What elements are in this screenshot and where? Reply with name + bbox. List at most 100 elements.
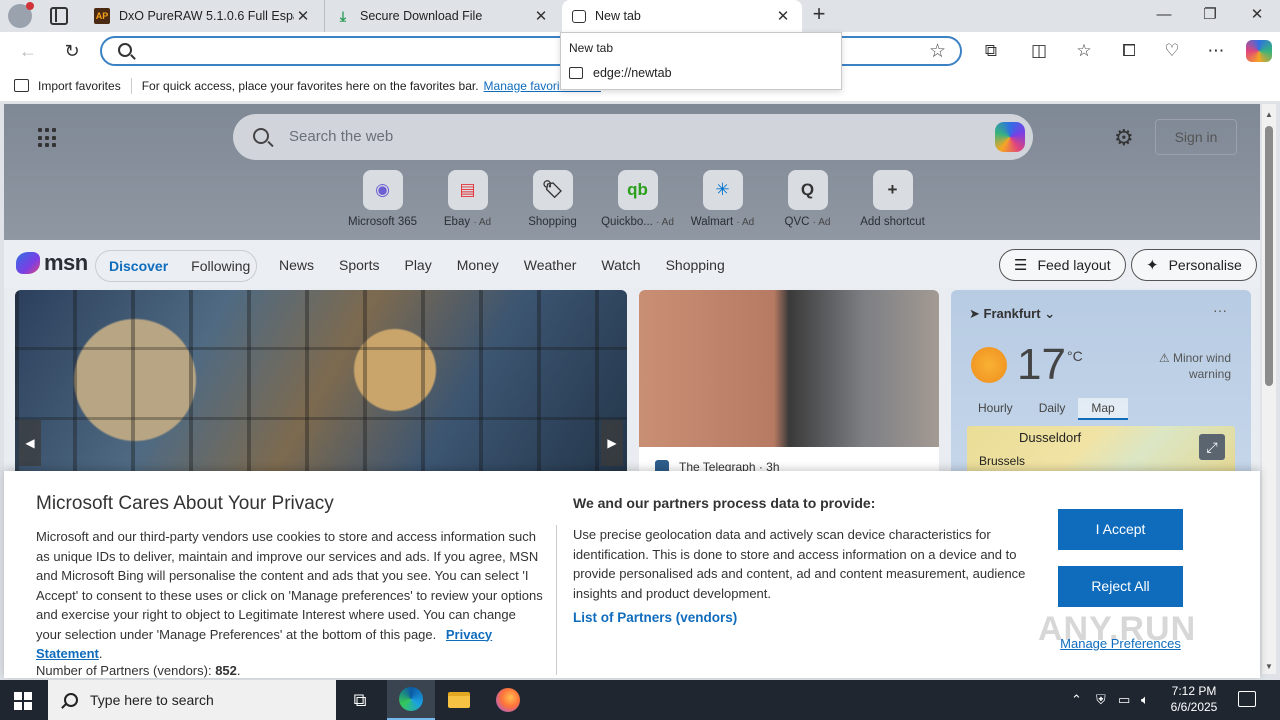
import-favorites-button[interactable]: Import favorites: [14, 79, 121, 93]
maximize-button[interactable]: ❐: [1187, 0, 1233, 32]
hero-background: Search the web ⚙ Sign in ◉ Microsoft 365 …: [4, 104, 1260, 240]
volume-icon[interactable]: 🔈︎: [1141, 680, 1149, 720]
page-scrollbar[interactable]: ▲ ▼: [1262, 104, 1276, 674]
carousel-prev-icon[interactable]: ◀: [19, 420, 41, 466]
tab-new-tab[interactable]: New tab ✕: [562, 0, 802, 32]
nav-weather[interactable]: Weather: [524, 257, 577, 273]
nav-shopping[interactable]: Shopping: [666, 257, 725, 273]
shortcut-icon: qb: [617, 170, 658, 210]
personalise-button[interactable]: ✦ Personalise: [1131, 249, 1257, 281]
weather-tab-map[interactable]: Map: [1078, 398, 1128, 420]
featured-story-card[interactable]: ◀ ▶: [15, 290, 627, 490]
shortcut-walmart[interactable]: ✳ Walmart · Ad: [680, 170, 765, 228]
notification-icon[interactable]: [1238, 691, 1256, 707]
file-explorer-icon[interactable]: [435, 680, 483, 720]
sign-in-button[interactable]: Sign in: [1155, 119, 1237, 155]
copilot-icon[interactable]: [995, 122, 1025, 152]
collections-icon[interactable]: ⧠: [1117, 40, 1141, 62]
browser-essentials-icon[interactable]: ♡: [1160, 40, 1184, 62]
tab-following[interactable]: Following: [191, 258, 250, 274]
nav-watch[interactable]: Watch: [601, 257, 640, 273]
shortcut-label: Ebay · Ad: [443, 216, 492, 228]
weather-tab-daily[interactable]: Daily: [1026, 398, 1079, 420]
shortcut-ebay[interactable]: ▤ Ebay · Ad: [425, 170, 510, 228]
shortcut-add-shortcut[interactable]: + Add shortcut: [850, 170, 935, 228]
clock-date: 6/6/2025: [1170, 700, 1218, 714]
address-suggestion-dropdown: New tab edge://newtab: [560, 32, 842, 90]
expand-icon[interactable]: ⤢: [1199, 434, 1225, 460]
tab-actions-icon[interactable]: [50, 7, 68, 25]
tab-discover[interactable]: Discover: [109, 258, 168, 274]
tab-secure-download[interactable]: ⤓ Secure Download File ✕: [324, 0, 560, 32]
shortcut-icon: ◉: [362, 170, 403, 210]
refresh-icon[interactable]: ↻: [60, 40, 84, 62]
network-icon[interactable]: ▭: [1118, 680, 1130, 720]
new-tab-button[interactable]: +: [808, 3, 830, 26]
nav-sports[interactable]: Sports: [339, 257, 379, 273]
nav-play[interactable]: Play: [404, 257, 431, 273]
extensions-icon[interactable]: ⧉: [979, 40, 1003, 62]
accept-button[interactable]: I Accept: [1058, 509, 1183, 550]
carousel-next-icon[interactable]: ▶: [601, 420, 623, 466]
settings-more-icon[interactable]: ⋯: [1204, 40, 1228, 62]
copilot-icon[interactable]: [1246, 40, 1272, 62]
consent-body: Microsoft and our third-party vendors us…: [36, 529, 543, 661]
minimize-button[interactable]: —: [1141, 0, 1187, 32]
data-processing-body: Use precise geolocation data and activel…: [573, 527, 1026, 601]
shortcut-microsoft-365[interactable]: ◉ Microsoft 365: [340, 170, 425, 228]
feed-layout-button[interactable]: ☰ Feed layout: [999, 249, 1126, 281]
favorites-icon[interactable]: ☆: [1072, 40, 1096, 62]
back-arrow-icon[interactable]: ←: [16, 40, 40, 62]
weather-card[interactable]: ➤ Frankfurt ⌄ ··· 17 °C ⚠ Minor wind war…: [951, 290, 1251, 490]
edge-app-icon[interactable]: [387, 680, 435, 720]
close-tab-icon[interactable]: ✕: [294, 7, 312, 25]
shortcut-shopping[interactable]: 🏷 Shopping: [510, 170, 595, 228]
suggestion-item[interactable]: edge://newtab: [569, 66, 672, 80]
page-icon: [572, 9, 586, 23]
close-tab-icon[interactable]: ✕: [532, 7, 550, 25]
gear-icon[interactable]: ⚙: [1114, 125, 1134, 151]
shortcut-quickbo[interactable]: qb Quickbo... · Ad: [595, 170, 680, 228]
firefox-icon[interactable]: [484, 680, 532, 720]
shortcut-icon: Q: [787, 170, 828, 210]
sparkle-icon: ✦: [1146, 257, 1159, 274]
news-photo: [639, 290, 939, 447]
tab-title: New tab: [595, 9, 641, 23]
feed-layout-label: Feed layout: [1037, 257, 1111, 273]
msn-nav-bar: msn Discover Following News Sports Play …: [4, 240, 1260, 288]
nav-money[interactable]: Money: [457, 257, 499, 273]
close-window-button[interactable]: ✕: [1234, 0, 1280, 32]
taskbar-search[interactable]: Type here to search: [48, 680, 336, 720]
scroll-up-icon[interactable]: ▲: [1262, 108, 1276, 122]
security-icon[interactable]: ⛨: [1096, 680, 1106, 720]
temperature-unit: °C: [1067, 348, 1083, 364]
list-of-partners-link[interactable]: List of Partners (vendors): [573, 610, 737, 625]
weather-tab-hourly[interactable]: Hourly: [965, 398, 1026, 420]
system-clock[interactable]: 7:12 PM 6/6/2025: [1164, 683, 1224, 715]
shortcut-qvc[interactable]: Q QVC · Ad: [765, 170, 850, 228]
msn-logo[interactable]: msn: [16, 250, 88, 276]
app-launcher-icon[interactable]: [38, 128, 58, 148]
divider: [130, 77, 132, 94]
close-tab-icon[interactable]: ✕: [774, 7, 792, 25]
split-screen-icon[interactable]: ◫: [1027, 40, 1051, 62]
reject-all-button[interactable]: Reject All: [1058, 566, 1183, 607]
scroll-down-icon[interactable]: ▼: [1262, 660, 1276, 674]
data-processing-title: We and our partners process data to prov…: [573, 495, 876, 511]
favorite-star-icon[interactable]: ☆: [929, 40, 946, 63]
weather-location[interactable]: ➤ Frankfurt ⌄: [969, 306, 1055, 322]
tab-dxo-pureraw[interactable]: AP DxO PureRAW 5.1.0.6 Full Español ✕: [84, 0, 322, 32]
windows-start-icon[interactable]: [14, 692, 32, 710]
task-view-icon[interactable]: ⧉: [336, 680, 384, 720]
scroll-thumb[interactable]: [1265, 126, 1273, 386]
manage-preferences-link[interactable]: Manage Preferences: [1058, 636, 1183, 651]
divider: [556, 525, 557, 675]
weather-warning[interactable]: ⚠ Minor wind warning: [1139, 350, 1231, 382]
tray-chevron-icon[interactable]: ⌃: [1071, 680, 1082, 720]
news-card[interactable]: The Telegraph · 3h: [639, 290, 939, 490]
web-search-box[interactable]: Search the web: [233, 114, 1033, 160]
more-options-icon[interactable]: ···: [1213, 302, 1227, 318]
import-icon: [14, 79, 29, 92]
nav-news[interactable]: News: [279, 257, 314, 273]
profile-avatar[interactable]: [8, 2, 34, 28]
